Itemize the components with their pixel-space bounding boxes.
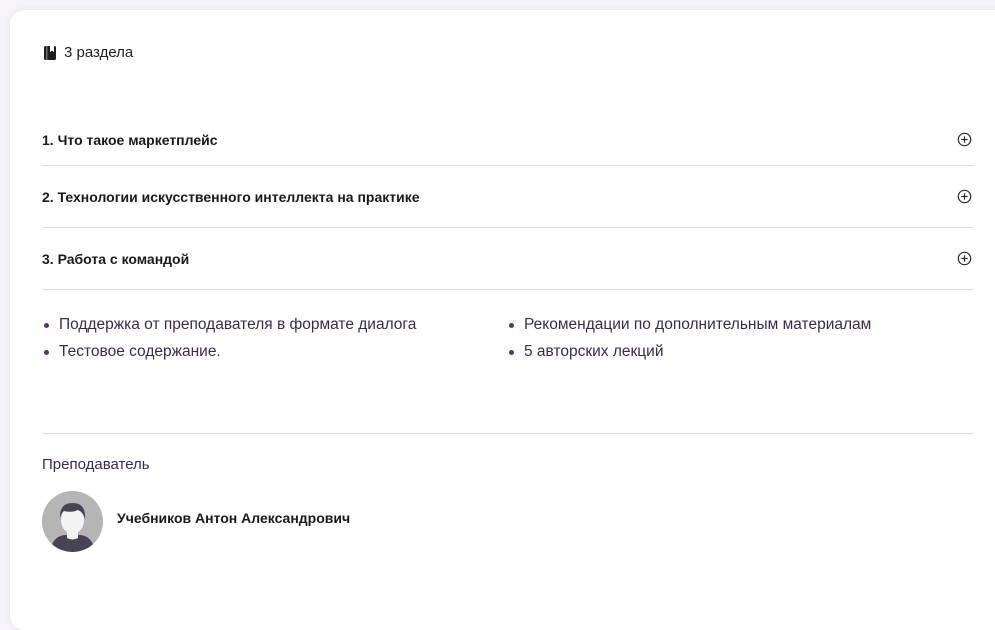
list-item: Рекомендации по дополнительным материала… [507,316,974,334]
plus-circle-icon[interactable] [957,251,972,266]
list-item: Тестовое содержание. [42,343,507,361]
section-item-3[interactable]: 3. Работа с командой [42,228,974,290]
bullet-icon [44,349,49,355]
section-item-1[interactable]: 1. Что такое маркетплейс [42,114,974,166]
section-title: 2. Технологии искусственного интеллекта … [42,188,420,205]
bullet-icon [509,349,514,355]
bullet-icon [44,322,49,328]
feature-text: Тестовое содержание. [59,343,221,360]
course-features-list: Поддержка от преподавателя в формате диа… [42,316,974,361]
teacher-name[interactable]: Учебников Антон Александрович [117,510,350,526]
divider [42,433,974,434]
teacher-profile: Учебников Антон Александрович [42,491,350,552]
plus-circle-icon[interactable] [957,132,972,147]
bullet-icon [509,322,514,328]
section-item-2[interactable]: 2. Технологии искусственного интеллекта … [42,166,974,228]
feature-text: 5 авторских лекций [524,343,664,360]
user-avatar-icon [42,491,103,552]
section-title: 3. Работа с командой [42,250,190,267]
list-item: 5 авторских лекций [507,343,974,361]
course-program-card: 3 раздела 1. Что такое маркетплейс 2. Те… [10,10,995,630]
teacher-section-label: Преподаватель [42,456,150,473]
avatar [42,491,103,552]
feature-text: Рекомендации по дополнительным материала… [524,316,872,333]
list-item: Поддержка от преподавателя в формате диа… [42,316,507,334]
section-title: 1. Что такое маркетплейс [42,131,218,148]
sections-count: 3 раздела [44,44,133,61]
sections-accordion: 1. Что такое маркетплейс 2. Технологии и… [42,114,974,290]
sections-count-label: 3 раздела [64,44,134,61]
feature-text: Поддержка от преподавателя в формате диа… [59,316,417,333]
book-icon [44,45,56,60]
plus-circle-icon[interactable] [957,189,972,204]
